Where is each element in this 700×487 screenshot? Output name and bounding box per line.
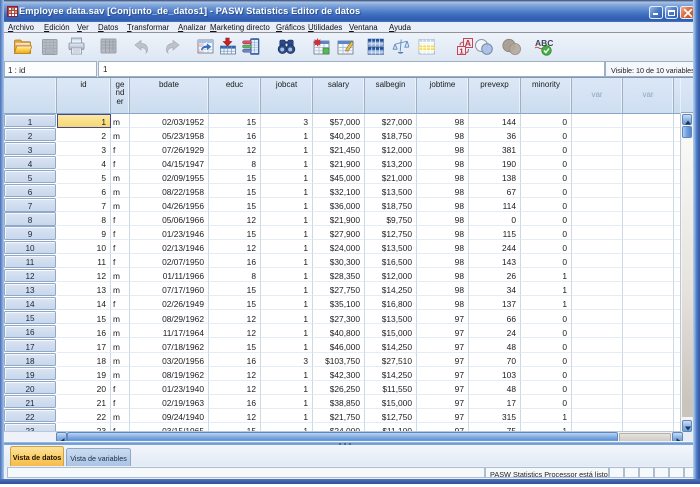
svg-text:1: 1 <box>459 46 463 55</box>
